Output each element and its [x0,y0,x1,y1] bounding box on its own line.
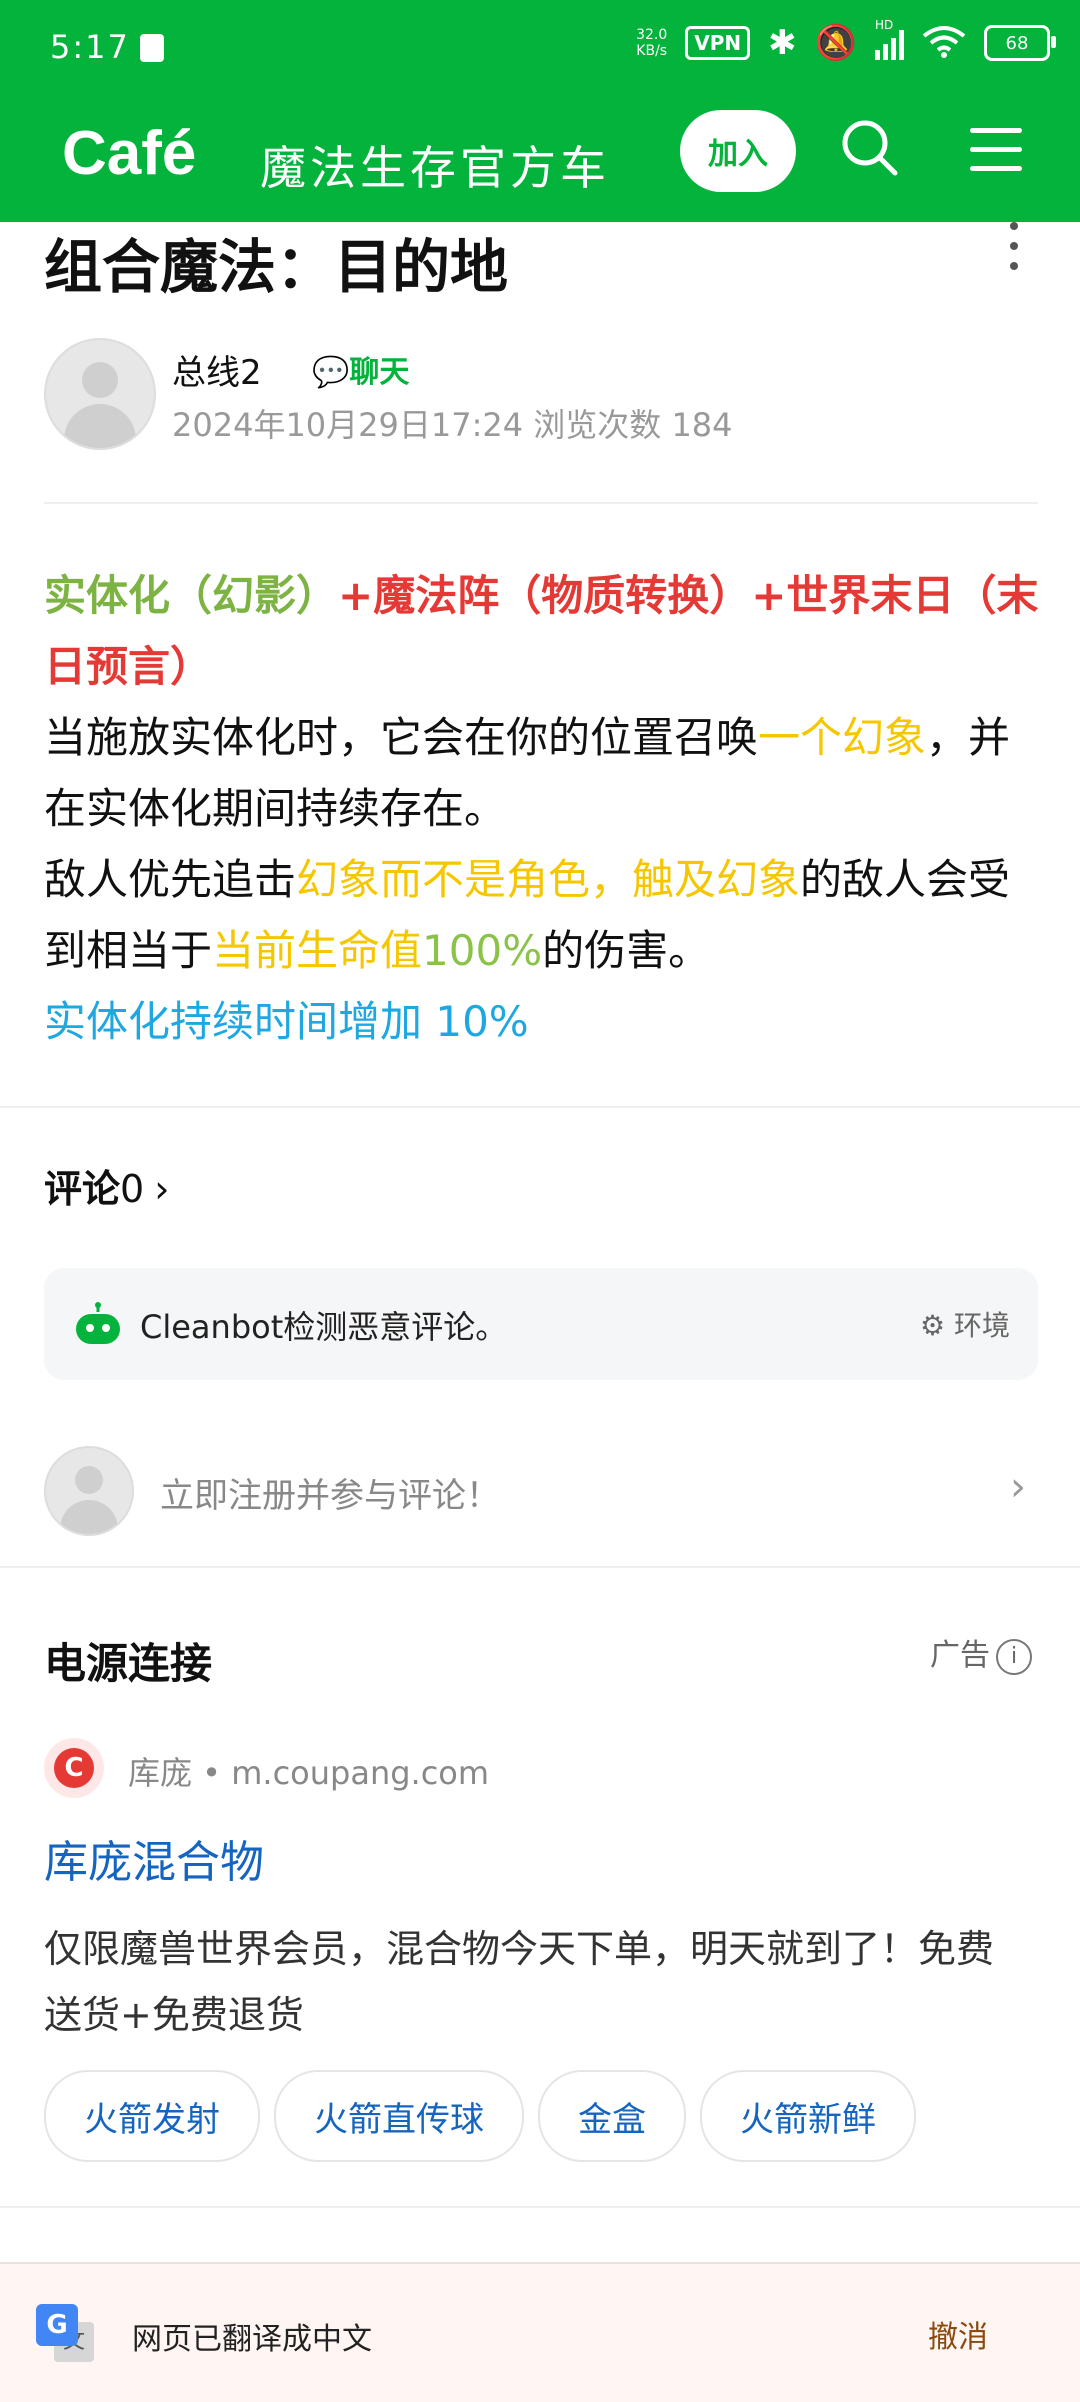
status-time: 5:17 [50,28,130,66]
highlight-hp: 当前生命值 [212,926,423,975]
network-speed-value: 32.0 [636,27,668,43]
cleanbot-banner: Cleanbot检测恶意评论。 ⚙ 环境 [44,1268,1038,1380]
network-speed-unit: KB/s [636,43,668,59]
more-options-icon[interactable] [1010,222,1022,282]
ad-chip[interactable]: 火箭直传球 [274,2070,524,2162]
cleanbot-text: Cleanbot检测恶意评论。 [140,1308,508,1346]
translate-bar: 文 G 网页已翻译成中文 撤消 [0,2262,1080,2402]
paragraph-1: 当施放实体化时，它会在你的位置召唤一个幻象，并在实体化期间持续存在。 [44,702,1044,844]
combo-line: 实体化（幻影）+魔法阵（物质转换）+世界末日（末日预言） [44,560,1044,702]
highlight-percent: 100% [422,926,543,975]
highlight-phantom: 一个幻象 [758,713,927,762]
author-avatar[interactable] [44,338,156,450]
coupang-logo-icon: C [44,1738,104,1798]
text-run: 的伤害。 [542,926,711,975]
status-icons: 32.0 KB/s VPN ✱ 🔕 HD 68 [636,18,1056,63]
text-run: 当施放实体化时，它会在你的位置召唤 [44,713,759,762]
ad-chips: 火箭发射 火箭直传球 金盒 火箭新鲜 [44,2070,916,2162]
article-body: 实体化（幻影）+魔法阵（物质转换）+世界末日（末日预言） 当施放实体化时，它会在… [44,560,1044,1057]
comments-count: 0 [120,1167,145,1211]
cafe-logo[interactable]: Café [62,118,196,189]
divider [44,502,1038,504]
info-icon: i [996,1638,1032,1675]
ad-label[interactable]: 广告 i [930,1630,1032,1675]
ad-chip[interactable]: 火箭新鲜 [700,2070,916,2162]
chat-bubble-icon: 💬 [312,355,350,390]
chat-link[interactable]: 💬聊天 [312,347,409,391]
ad-source: 库庞 • m.coupang.com [128,1754,490,1792]
register-comment-prompt[interactable]: 立即注册并参与评论！ [160,1468,500,1517]
vpn-icon: VPN [685,26,751,60]
wifi-icon [922,24,966,62]
cleanbot-robot-icon [72,1302,124,1346]
undo-button[interactable]: 撤消 [928,2312,988,2356]
ad-description[interactable]: 仅限魔兽世界会员，混合物今天下单，明天就到了！免费送货+免费退货 [44,1916,1024,2048]
ad-label-text: 广告 [930,1638,990,1673]
paragraph-3: 实体化持续时间增加 10% [44,997,529,1046]
text-run: 敌人优先追击 [44,855,297,904]
user-avatar [44,1446,134,1536]
ad-link-title[interactable]: 库庞混合物 [44,1826,264,1890]
translate-message: 网页已翻译成中文 [132,2322,372,2357]
chevron-right-icon[interactable]: › [1010,1464,1026,1510]
chat-label: 聊天 [349,355,410,390]
combo-green: 实体化（幻影） [44,571,339,620]
network-speed: 32.0 KB/s [636,27,667,59]
battery-icon: 68 [984,25,1056,61]
google-translate-icon: 文 G [36,2304,94,2362]
gear-icon: ⚙ [919,1309,946,1342]
article-title: 组合魔法：目的地 [44,233,509,301]
mute-bell-icon: 🔕 [814,23,857,63]
join-button[interactable]: 加入 [680,110,796,192]
author-name[interactable]: 总线2 [172,345,262,394]
network-type-label: HD [875,18,894,32]
ad-chip[interactable]: 火箭发射 [44,2070,260,2162]
cafe-name[interactable]: 魔法生存官方车 [260,132,610,198]
battery-level: 68 [1005,32,1029,54]
environment-button[interactable]: ⚙ 环境 [920,1304,1010,1344]
section-divider [0,1106,1080,1108]
search-icon[interactable] [840,118,900,178]
ad-chip[interactable]: 金盒 [538,2070,686,2162]
menu-icon[interactable] [970,128,1022,172]
section-divider [0,2206,1080,2208]
ad-section-title: 电源连接 [44,1639,213,1688]
highlight-target: 幻象而不是角色，触及幻象 [296,855,801,904]
section-divider [0,1566,1080,1568]
chevron-right-icon: › [154,1167,170,1211]
status-bar: 5:17 32.0 KB/s VPN ✱ 🔕 HD 68 [0,0,1080,100]
paragraph-2: 敌人优先追击幻象而不是角色，触及幻象的敌人会受到相当于当前生命值100%的伤害。 [44,844,1044,986]
top-bar: 5:17 32.0 KB/s VPN ✱ 🔕 HD 68 Café 魔法生存官方… [0,0,1080,222]
environment-label: 环境 [953,1309,1010,1342]
signal-icon: HD [875,18,904,60]
cafe-header: Café 魔法生存官方车 加入 [0,100,1080,222]
comments-label: 评论 [44,1167,121,1211]
comments-header[interactable]: 评论0 › [44,1158,169,1213]
post-meta: 2024年10月29日17:24 浏览次数 184 [172,406,733,444]
bluetooth-icon: ✱ [768,23,797,63]
sim-notification-icon [140,34,164,62]
